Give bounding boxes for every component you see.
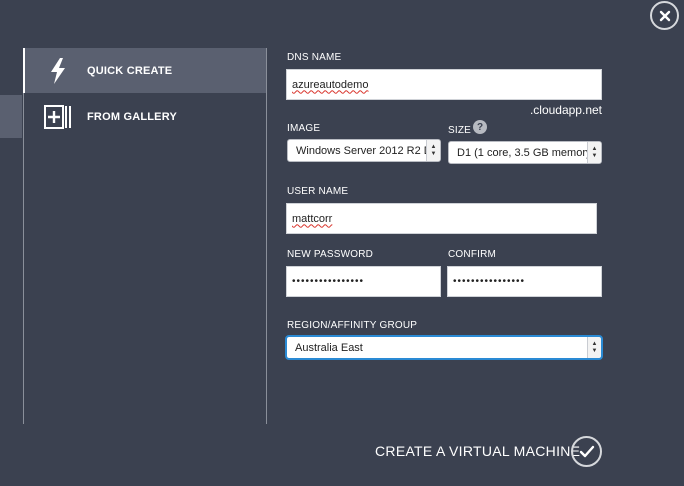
close-button[interactable] <box>650 1 679 30</box>
updown-arrows-icon: ▲ ▼ <box>587 337 601 358</box>
create-vm-button[interactable] <box>571 436 602 467</box>
confirm-password-value: •••••••••••••••• <box>453 276 526 287</box>
close-icon <box>659 10 670 21</box>
image-select-value: Windows Server 2012 R2 Datacenter <box>296 144 426 157</box>
nav-item-quick-create[interactable]: QUICK CREATE <box>23 48 266 93</box>
size-label: SIZE <box>448 125 472 136</box>
checkmark-icon <box>579 445 594 457</box>
confirm-label: CONFIRM <box>448 249 497 260</box>
dns-suffix: .cloudapp.net <box>529 103 602 117</box>
nav-item-label: FROM GALLERY <box>87 110 177 123</box>
lightning-icon <box>44 58 72 84</box>
create-vm-label: CREATE A VIRTUAL MACHINE <box>375 443 581 459</box>
nav-item-from-gallery[interactable]: FROM GALLERY <box>24 94 266 139</box>
new-password-input[interactable]: •••••••••••••••• <box>286 266 441 297</box>
wizard-sidebar: QUICK CREATE FROM GALLERY <box>23 48 267 424</box>
updown-arrows-icon: ▲ ▼ <box>587 142 601 163</box>
new-password-value: •••••••••••••••• <box>292 276 365 287</box>
user-name-label: USER NAME <box>287 186 349 197</box>
left-edge-accent <box>0 95 22 138</box>
help-icon[interactable]: ? <box>473 120 487 134</box>
new-password-label: NEW PASSWORD <box>287 249 374 260</box>
dns-name-value: azureautodemo <box>292 78 369 91</box>
region-select[interactable]: Australia East ▲ ▼ <box>285 335 603 360</box>
confirm-password-input[interactable]: •••••••••••••••• <box>447 266 602 297</box>
dns-name-label: DNS NAME <box>287 52 342 63</box>
region-label: REGION/AFFINITY GROUP <box>287 320 418 331</box>
size-select-value: D1 (1 core, 3.5 GB memory) <box>457 146 587 159</box>
user-name-input[interactable]: mattcorr <box>286 203 597 234</box>
image-label: IMAGE <box>287 123 321 134</box>
updown-arrows-icon: ▲ ▼ <box>426 140 440 161</box>
gallery-add-icon <box>44 104 72 130</box>
image-select[interactable]: Windows Server 2012 R2 Datacenter ▲▼ <box>287 139 441 162</box>
help-icon-glyph: ? <box>476 121 484 133</box>
size-select[interactable]: D1 (1 core, 3.5 GB memory) ▲ ▼ <box>448 141 602 164</box>
dns-name-input[interactable]: azureautodemo <box>286 69 602 100</box>
nav-item-label: QUICK CREATE <box>87 64 173 77</box>
user-name-value: mattcorr <box>292 212 333 225</box>
region-select-value: Australia East <box>295 341 363 354</box>
